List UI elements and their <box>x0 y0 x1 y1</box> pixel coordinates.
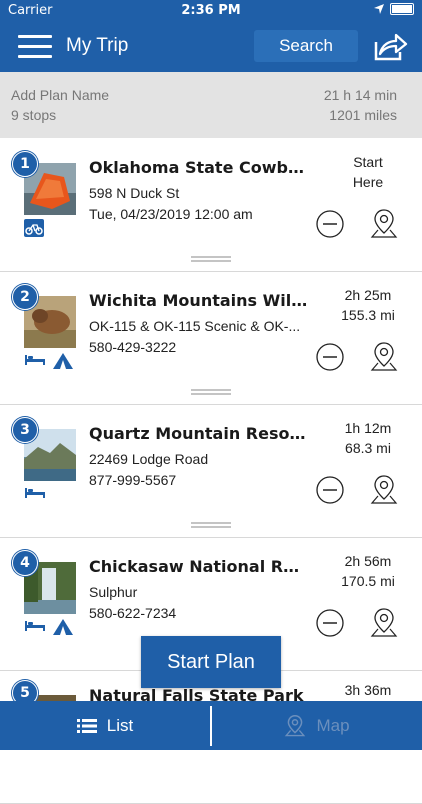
drag-handle[interactable] <box>191 256 231 262</box>
menu-button[interactable] <box>18 35 52 59</box>
stop-count: 9 stops <box>11 107 57 123</box>
leg-distance: 68.3 mi <box>345 440 391 456</box>
stop-address: Sulphur <box>89 584 138 600</box>
plan-summary: Add Plan Name 9 stops 21 h 14 min 1201 m… <box>0 72 422 138</box>
tab-list-label: List <box>106 715 134 735</box>
bike-icon <box>24 219 44 237</box>
status-bar: Carrier 2:36 PM <box>0 0 422 22</box>
map-pin-icon[interactable] <box>369 607 399 639</box>
battery-icon <box>390 3 414 15</box>
leg-time: 2h 25m <box>344 287 392 303</box>
stop-item[interactable]: 3 Quartz Mountain Resort... 22469 Lodge … <box>0 405 422 538</box>
stop-name[interactable]: Quartz Mountain Resort... <box>89 424 309 443</box>
stop-item[interactable]: 1 Oklahoma State Cowboy... 598 N Duck St… <box>0 139 422 272</box>
stop-name[interactable]: Chickasaw National Rec... <box>89 557 309 576</box>
share-icon[interactable] <box>372 32 408 62</box>
stop-leg-info: 2h 56m 170.5 mi <box>328 551 408 591</box>
stop-address: 598 N Duck St <box>89 185 180 201</box>
leg-time: 2h 56m <box>344 553 392 569</box>
leg-distance: 155.3 mi <box>341 307 395 323</box>
amenities <box>24 618 74 636</box>
remove-stop-icon[interactable] <box>316 343 344 371</box>
stop-detail: 877-999-5567 <box>89 472 177 488</box>
amenities <box>24 352 74 370</box>
list-icon <box>76 718 97 733</box>
clock: 2:36 PM <box>181 3 241 18</box>
stop-detail: Tue, 04/23/2019 12:00 am <box>89 206 253 222</box>
stop-detail: 580-429-3222 <box>89 339 177 355</box>
map-pin-icon[interactable] <box>369 341 399 373</box>
map-pin-icon <box>285 714 306 736</box>
stop-number: 4 <box>12 550 38 576</box>
leg-distance: 170.5 mi <box>341 573 395 589</box>
drag-handle[interactable] <box>191 522 231 528</box>
page-title: My Trip <box>66 35 129 56</box>
tab-list[interactable]: List <box>0 701 210 750</box>
stop-leg-info: Start Here <box>328 152 408 192</box>
amenities <box>24 219 44 237</box>
stop-leg-info: 2h 25m 155.3 mi <box>328 285 408 325</box>
start-plan-button[interactable]: Start Plan <box>141 636 281 688</box>
tent-icon <box>53 619 73 635</box>
stop-number: 1 <box>12 151 38 177</box>
remove-stop-icon[interactable] <box>316 210 344 238</box>
amenities <box>24 485 46 499</box>
drag-handle[interactable] <box>191 389 231 395</box>
remove-stop-icon[interactable] <box>316 609 344 637</box>
plan-name-field[interactable]: Add Plan Name <box>11 87 109 103</box>
stop-leg-info: 1h 12m 68.3 mi <box>328 418 408 458</box>
stop-name[interactable]: Wichita Mountains Wildl... <box>89 291 309 310</box>
leg-time: Start <box>353 154 383 170</box>
bed-icon <box>25 621 45 631</box>
tab-map[interactable]: Map <box>212 701 422 750</box>
stop-item[interactable]: 2 Wichita Mountains Wildl... OK-115 & OK… <box>0 272 422 405</box>
tent-icon <box>53 353 73 369</box>
leg-time: 3h 36m <box>344 682 392 698</box>
map-pin-icon[interactable] <box>369 474 399 506</box>
stop-detail: 580-622-7234 <box>89 605 177 621</box>
nav-bar: My Trip Search <box>0 22 422 72</box>
total-distance: 1201 miles <box>329 107 397 123</box>
leg-distance: Here <box>352 174 384 190</box>
status-icons <box>374 3 414 15</box>
bed-icon <box>25 488 45 498</box>
stop-name[interactable]: Oklahoma State Cowboy... <box>89 158 309 177</box>
stop-address: 22469 Lodge Road <box>89 451 209 467</box>
stop-number: 3 <box>12 417 38 443</box>
tab-bar: List Map <box>0 701 422 750</box>
remove-stop-icon[interactable] <box>316 476 344 504</box>
stop-address: OK-115 & OK-115 Scenic & OK-... <box>89 318 301 334</box>
stop-leg-info: 3h 36m <box>328 680 408 700</box>
stop-number: 2 <box>12 284 38 310</box>
map-pin-icon[interactable] <box>369 208 399 240</box>
bed-icon <box>25 355 45 365</box>
total-duration: 21 h 14 min <box>323 87 397 103</box>
location-arrow-icon <box>374 4 384 14</box>
tab-map-label: Map <box>316 715 350 735</box>
leg-time: 1h 12m <box>344 420 392 436</box>
search-button[interactable]: Search <box>254 30 358 62</box>
